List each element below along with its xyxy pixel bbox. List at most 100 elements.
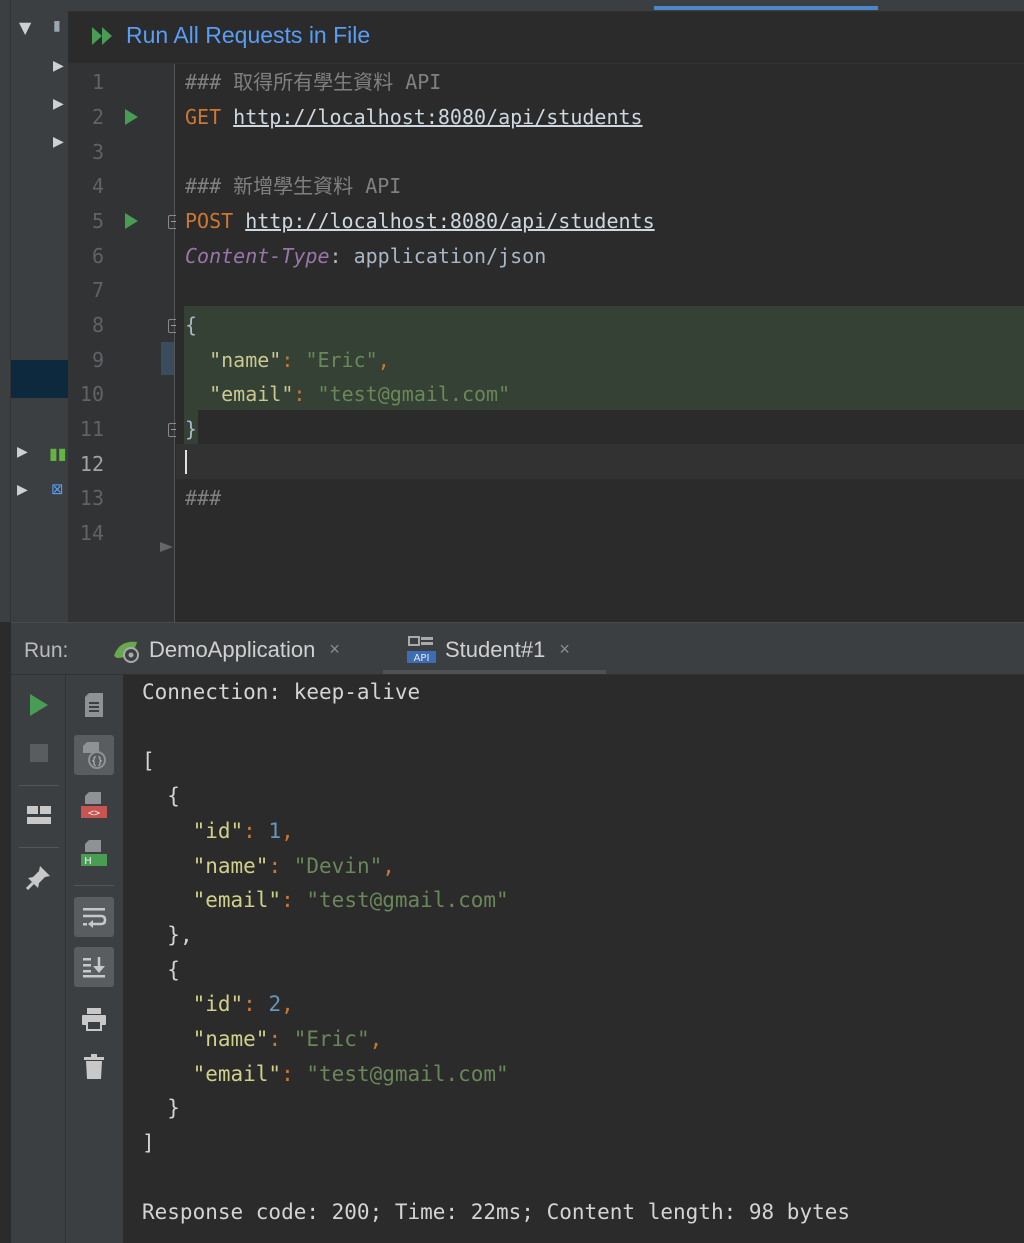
run-request-icon[interactable]	[125, 213, 138, 229]
json-key: "name"	[192, 1027, 269, 1051]
line-number: 9	[91, 348, 104, 372]
json-key: "id"	[192, 992, 244, 1016]
header-key: Content-Type	[185, 244, 330, 268]
api-icon: API	[407, 635, 436, 664]
open-response-file-button[interactable]	[74, 685, 114, 725]
json-key: "email"	[192, 1062, 282, 1086]
layout-button[interactable]	[19, 795, 59, 835]
toolbar-divider	[19, 785, 59, 786]
collapse-triangle-icon[interactable]: ▶	[17, 444, 28, 460]
print-button[interactable]	[74, 999, 114, 1039]
line-number: 5	[91, 209, 104, 233]
code-line-request: POST http://localhost:8080/api/students	[185, 204, 655, 238]
collapse-triangle-icon[interactable]: ▶	[53, 134, 64, 150]
header-separator: :	[329, 244, 354, 268]
run-request-icon[interactable]	[125, 109, 138, 125]
collapse-triangle-icon[interactable]: ▶	[17, 482, 28, 498]
json-key: "name"	[209, 348, 282, 372]
editor-tab-strip	[68, 0, 1024, 12]
response-file-icon	[85, 693, 103, 717]
json-string: "test@gmail.com"	[306, 888, 509, 912]
tab-student-1[interactable]: API Student#1 ×	[407, 623, 570, 676]
http-file-editor[interactable]: ### 取得所有學生資料 API GET http://localhost:80…	[176, 64, 1024, 622]
line-number-current: 12	[79, 452, 104, 476]
line-number: 14	[79, 521, 104, 545]
scroll-to-end-button[interactable]	[74, 947, 114, 987]
rerun-button[interactable]	[19, 685, 59, 725]
http-method: GET	[185, 105, 222, 129]
json-view-icon: {}	[83, 742, 106, 769]
stop-icon	[30, 744, 48, 762]
close-icon[interactable]: ×	[559, 639, 570, 660]
json-line: "email": "test@gmail.com"	[192, 888, 509, 912]
json-bracket: [	[142, 749, 155, 773]
line-number: 2	[91, 105, 104, 129]
http-request-icon[interactable]: ⊠	[51, 480, 64, 498]
tree-selected-row[interactable]	[11, 360, 68, 398]
html-view-button[interactable]: <>	[74, 785, 114, 825]
collapse-triangle-icon[interactable]: ▶	[53, 96, 64, 112]
json-colon: :	[293, 382, 318, 406]
toolbar-divider	[74, 885, 114, 886]
tab-demoapplication[interactable]: DemoApplication ×	[111, 623, 340, 676]
stop-button[interactable]	[19, 733, 59, 773]
json-string: "Eric"	[293, 1027, 370, 1051]
svg-text:{}: {}	[91, 756, 103, 767]
code-line-json: "email": "test@gmail.com"	[185, 377, 510, 411]
json-view-button[interactable]: {}	[74, 735, 114, 775]
code-comment: ### 新增學生資料 API	[185, 174, 402, 198]
tab-label: DemoApplication	[149, 636, 316, 662]
http-method: POST	[185, 209, 234, 233]
spring-boot-icon	[114, 641, 139, 663]
json-string: "test@gmail.com"	[306, 1062, 509, 1086]
json-colon: :	[281, 348, 306, 372]
expand-triangle-icon[interactable]: ▼	[19, 18, 31, 37]
run-all-icon	[92, 26, 112, 45]
soft-wrap-icon	[83, 908, 107, 928]
json-value: "Eric"	[305, 348, 378, 372]
project-tree-strip: ▼ ▮ ▶ ▶ ▶ ▶ ▮▮ ▶ ⊠	[11, 0, 68, 622]
xml-view-button[interactable]: H	[74, 833, 114, 873]
response-header-line: Connection: keep-alive	[142, 680, 421, 704]
active-tab-indicator	[383, 670, 606, 674]
json-key: "email"	[192, 888, 282, 912]
html-view-icon: <>	[81, 792, 107, 819]
json-comma: ,	[377, 348, 390, 372]
run-tool-window-header: Run: DemoApplication × API Student#1 ×	[11, 622, 1024, 675]
clear-all-button[interactable]	[74, 1047, 114, 1087]
soft-wrap-button[interactable]	[74, 897, 114, 937]
response-console[interactable]: Connection: keep-alive [ { "id": 1, "nam…	[123, 675, 1024, 1243]
json-brace: {	[167, 784, 180, 808]
request-url-link[interactable]: http://localhost:8080/api/students	[245, 209, 654, 233]
pin-button[interactable]	[19, 857, 59, 897]
run-all-requests-button[interactable]: Run All Requests in File	[90, 22, 370, 49]
line-number: 8	[91, 313, 104, 337]
collapse-triangle-icon[interactable]: ▶	[53, 58, 64, 74]
json-brace: {	[167, 958, 180, 982]
test-results-icon[interactable]: ▮▮	[49, 444, 67, 463]
active-tab-indicator	[654, 6, 878, 10]
svg-text:API: API	[414, 653, 430, 664]
code-brace: {	[185, 313, 198, 337]
rerun-icon	[30, 694, 48, 716]
response-view-toolbar: {} <> H	[66, 675, 123, 1243]
file-icon: ▮	[53, 18, 61, 34]
text-caret	[185, 450, 187, 474]
json-line: "id": 1,	[192, 819, 294, 843]
request-url-link[interactable]: http://localhost:8080/api/students	[233, 105, 642, 129]
close-icon[interactable]: ×	[329, 639, 340, 660]
json-line: "id": 2,	[192, 992, 294, 1016]
xml-view-icon: H	[81, 840, 107, 867]
json-line: "name": "Devin",	[192, 854, 395, 878]
line-number: 13	[79, 486, 104, 510]
print-icon	[82, 1008, 106, 1031]
line-number: 4	[91, 174, 104, 198]
json-key: "email"	[209, 382, 294, 406]
json-string: "Devin"	[293, 854, 383, 878]
scroll-to-end-icon	[83, 957, 105, 978]
line-number: 6	[91, 244, 104, 268]
trash-icon	[84, 1054, 104, 1079]
response-status-line: Response code: 200; Time: 22ms; Content …	[142, 1200, 851, 1224]
json-number: 2	[268, 992, 282, 1016]
run-actions-toolbar	[11, 675, 66, 1243]
